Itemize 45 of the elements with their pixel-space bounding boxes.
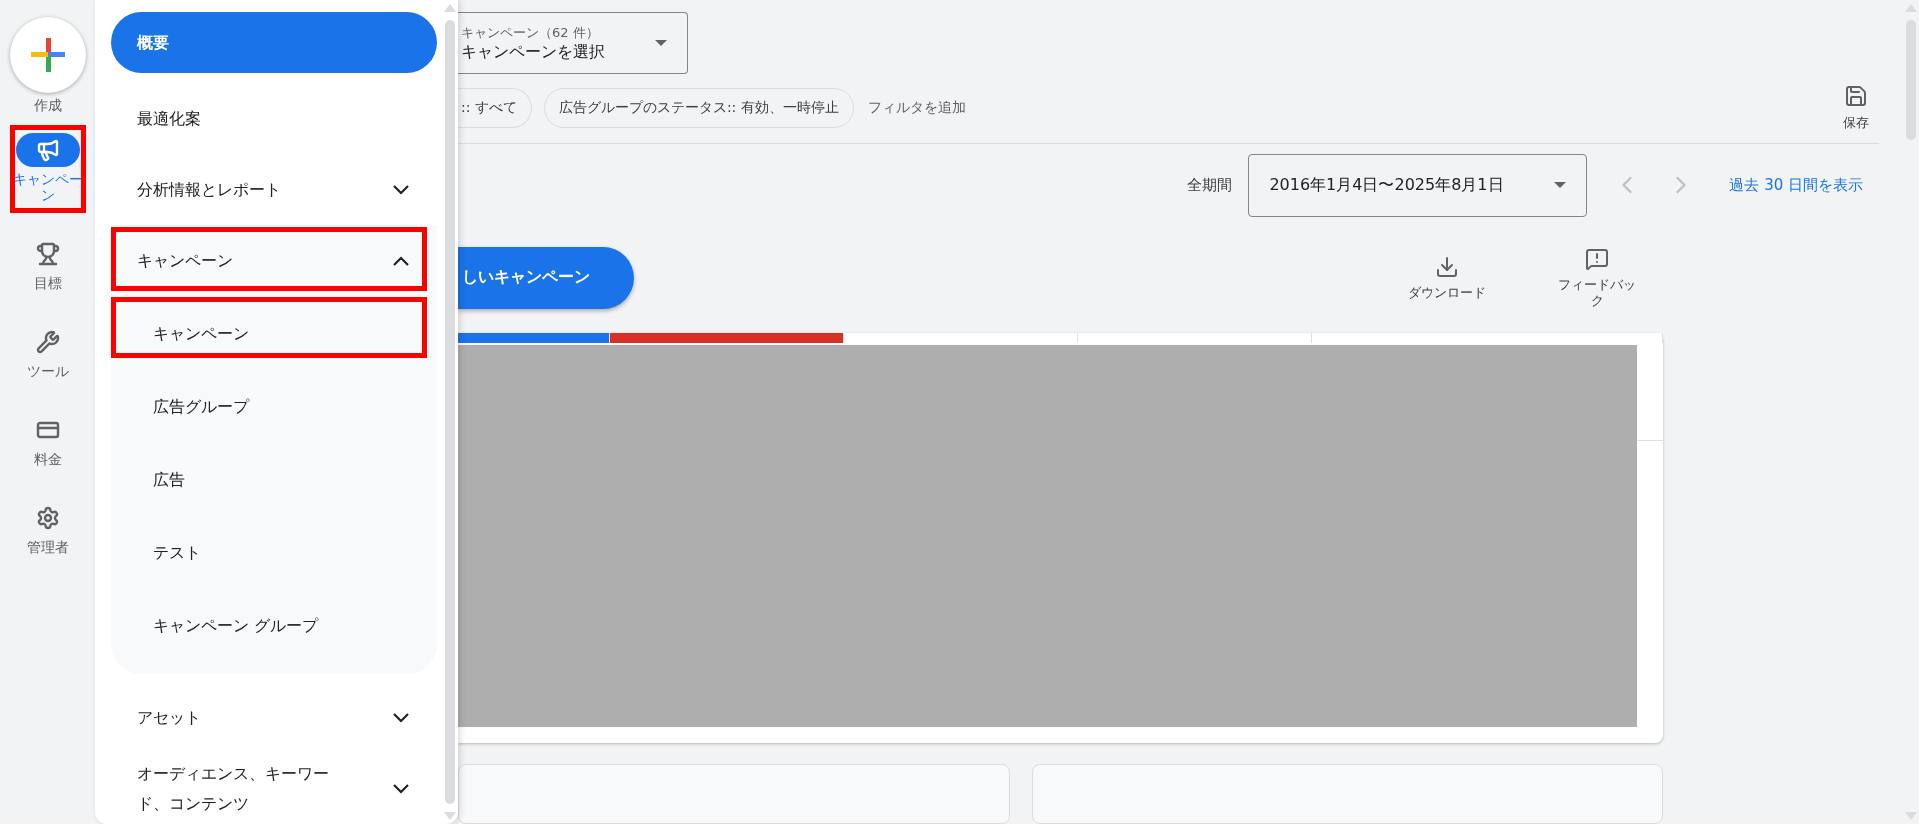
new-campaign-button[interactable]: しいキャンペーン [458,246,634,309]
create-button[interactable] [9,17,86,93]
plus-icon [30,38,65,72]
scroll-down-arrow[interactable] [444,812,456,820]
date-range-dropdown[interactable]: 2016年1月4日〜2025年8月1日 [1248,153,1588,217]
save-icon [1844,84,1868,109]
drawer-subitem[interactable]: 広告グループ [111,370,437,444]
campaign-selector[interactable]: キャンペーン（62 件） キャンペーンを選択 [458,12,688,74]
feedback-icon [1585,246,1609,271]
download-icon [1435,254,1459,279]
drawer-subitem[interactable]: キャンペーン グループ [111,589,437,663]
drawer-item[interactable]: 概要 [111,12,437,74]
chevron-down-icon[interactable] [393,783,409,794]
trophy-icon [35,242,60,266]
drawer-item[interactable]: キャンペーン [111,225,437,298]
last-30-days-link[interactable]: 過去 30 日間を表示 [1729,175,1863,195]
caret-icon [655,40,667,46]
caret-icon [1554,182,1567,189]
rail-item[interactable]: 料金 [9,405,86,477]
feedback-button[interactable]: フィードバック [1554,246,1640,309]
create-label: 作成 [32,97,63,113]
megaphone-icon [35,138,60,162]
rail-item[interactable]: 管理者 [9,493,86,565]
download-button[interactable]: ダウンロード [1404,254,1490,301]
metric-tab[interactable] [458,332,610,343]
rail-item[interactable]: 目標 [9,229,86,301]
drawer-item[interactable]: 分析情報とレポート [111,154,437,226]
chevron-up-icon[interactable] [393,256,409,267]
drawer-subitem[interactable]: テスト [111,516,437,590]
drawer-subitem[interactable]: キャンペーン [111,297,437,371]
drawer-subitem[interactable]: 広告 [111,443,437,517]
wrench-icon [35,330,60,354]
save-button[interactable]: 保存 [1843,84,1869,133]
drawer-item[interactable]: 最適化案 [111,83,437,155]
metric-tab[interactable] [610,332,844,343]
add-filter-link[interactable]: フィルタを追加 [867,99,966,118]
scrollbar-thumb[interactable] [445,20,455,804]
settings-icon [35,506,60,530]
chevron-down-icon[interactable] [393,712,409,723]
scroll-up-arrow[interactable] [444,4,456,12]
date-range-label: 全期間 [1187,175,1233,195]
rail-item[interactable]: ツール [9,317,86,389]
drawer-item[interactable]: アセット [111,682,437,753]
chevron-down-icon[interactable] [393,184,409,195]
drawer-item[interactable]: オーディエンス、キーワード、コンテンツ [111,753,437,824]
